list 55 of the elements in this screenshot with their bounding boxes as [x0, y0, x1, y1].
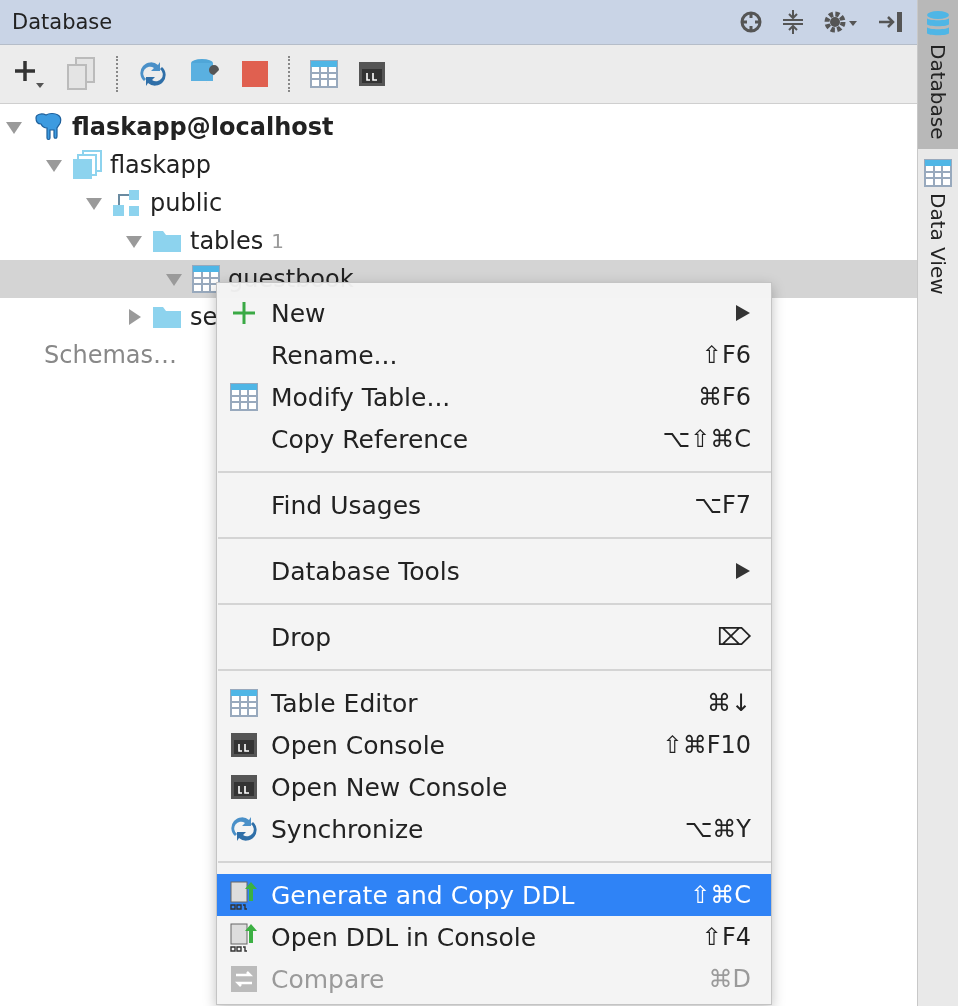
database-stack-icon	[72, 150, 102, 180]
console-icon	[230, 774, 258, 800]
menu-item[interactable]: Table Editor ⌘↓	[217, 682, 771, 724]
menu-item[interactable]: Open New Console	[217, 766, 771, 808]
shortcut-text: ⌦	[717, 623, 751, 651]
folder-icon	[152, 305, 182, 329]
tree-item-label[interactable]: flaskapp	[110, 151, 211, 179]
side-tab[interactable]: Data View	[918, 149, 958, 305]
shortcut-text: ⌘D	[708, 965, 751, 993]
shortcut-text: ⇧F4	[701, 923, 751, 951]
settings-icon[interactable]	[823, 9, 859, 35]
item-count: 1	[271, 229, 285, 253]
ddl-icon	[229, 922, 259, 952]
tree-item-label[interactable]: public	[150, 189, 223, 217]
plus-icon	[231, 300, 257, 326]
console-icon	[230, 732, 258, 758]
folder-icon	[152, 229, 182, 253]
shortcut-text: ⌘F6	[697, 383, 751, 411]
tree-item-label[interactable]: tables	[190, 227, 264, 255]
menu-item[interactable]: Generate and Copy DDL ⇧⌘C	[217, 874, 771, 916]
hide-panel-icon[interactable]	[877, 10, 905, 34]
menu-item[interactable]: Find Usages ⌥F7	[217, 484, 771, 526]
side-tab[interactable]: Database	[918, 0, 958, 150]
database-icon	[925, 10, 951, 38]
table-view-icon	[310, 60, 338, 88]
table-icon	[230, 383, 258, 411]
shortcut-text: ⌥⌘Y	[684, 815, 751, 843]
shortcut-text: ⌥F7	[694, 491, 751, 519]
shortcut-text: ⇧⌘F10	[662, 731, 751, 759]
console-icon	[358, 61, 386, 87]
menu-item[interactable]: Synchronize ⌥⌘Y	[217, 808, 771, 850]
schema-icon	[112, 189, 142, 217]
menu-item[interactable]: Database Tools	[217, 550, 771, 592]
crosshair-icon[interactable]	[739, 10, 763, 34]
schemas-link[interactable]: Schemas…	[44, 341, 177, 369]
sync-icon	[138, 59, 168, 89]
table-icon	[230, 689, 258, 717]
menu-item[interactable]: Rename... ⇧F6	[217, 334, 771, 376]
tree-item-label[interactable]: se	[190, 303, 218, 331]
ddl-icon	[229, 880, 259, 910]
table-icon	[924, 159, 952, 188]
compare-icon	[230, 965, 258, 993]
sync-icon	[229, 814, 259, 844]
shortcut-text: ⇧F6	[701, 341, 751, 369]
menu-item[interactable]: Open DDL in Console ⇧F4	[217, 916, 771, 958]
shortcut-text: ⇧⌘C	[690, 881, 751, 909]
tree-item-label[interactable]: flaskapp@localhost	[72, 113, 334, 141]
menu-item[interactable]: Drop ⌦	[217, 616, 771, 658]
menu-item[interactable]: Modify Table... ⌘F6	[217, 376, 771, 418]
menu-item[interactable]: Copy Reference ⌥⇧⌘C	[217, 418, 771, 460]
menu-item[interactable]: Open Console ⇧⌘F10	[217, 724, 771, 766]
panel-title: Database	[12, 10, 114, 34]
shortcut-text: ⌘↓	[706, 689, 751, 717]
collapse-icon[interactable]	[781, 9, 805, 35]
shortcut-text: ⌥⇧⌘C	[662, 425, 751, 453]
